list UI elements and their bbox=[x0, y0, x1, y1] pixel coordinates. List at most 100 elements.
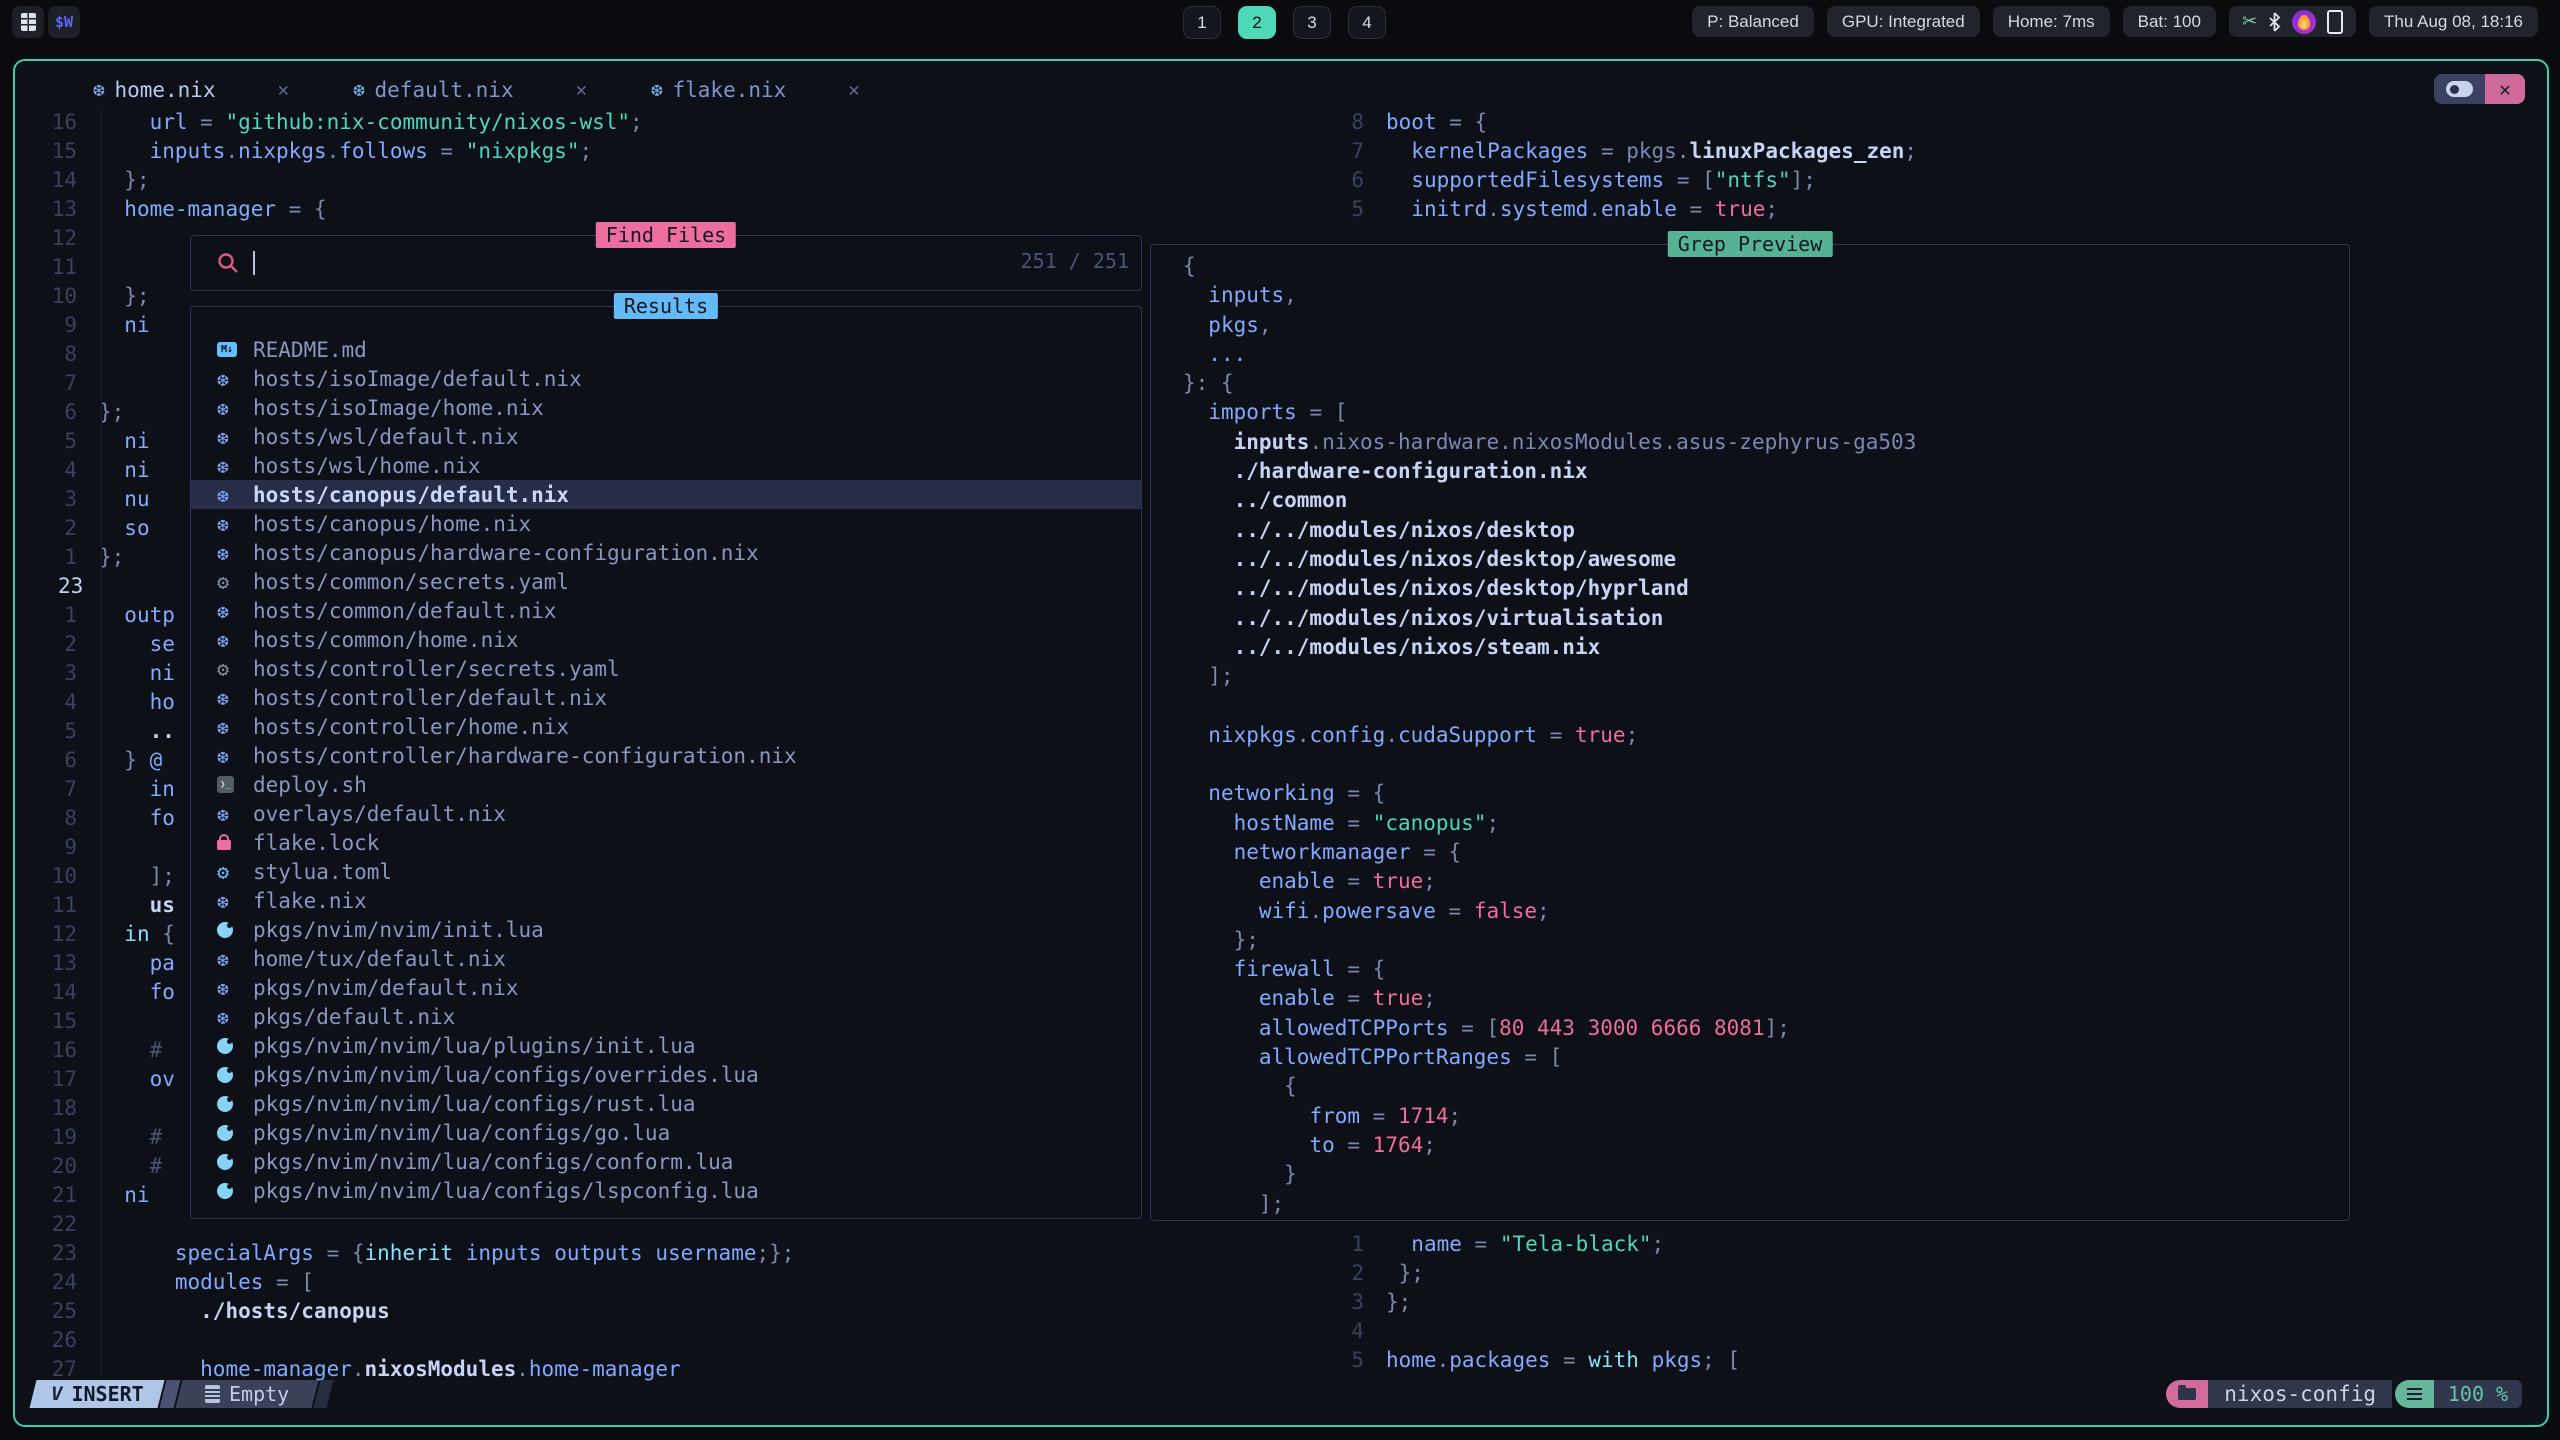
finder-result-item[interactable]: hosts/wsl/default.nix bbox=[191, 422, 1141, 451]
code-line: 23 specialArgs = {inherit inputs outputs… bbox=[15, 1239, 794, 1268]
nix-file-icon bbox=[217, 947, 228, 971]
line-number: 4 bbox=[1302, 1317, 1364, 1346]
tab-flake.nix[interactable]: ❆flake.nix✕ bbox=[651, 73, 860, 107]
finder-result-item[interactable]: home/tux/default.nix bbox=[191, 944, 1141, 973]
finder-result-item[interactable]: hosts/controller/default.nix bbox=[191, 683, 1141, 712]
workspace-button-4[interactable]: 4 bbox=[1348, 6, 1386, 39]
sh-file-icon: ❯_ bbox=[217, 776, 234, 793]
tab-close-icon[interactable]: ✕ bbox=[848, 79, 859, 101]
finder-result-item[interactable]: overlays/default.nix bbox=[191, 799, 1141, 828]
wm-logo-button[interactable]: $W bbox=[48, 6, 80, 38]
line-number: 12 bbox=[15, 920, 77, 949]
workspace-switcher: 1234 bbox=[1183, 6, 1386, 39]
nix-file-icon bbox=[217, 599, 228, 623]
finder-result-item[interactable]: pkgs/nvim/nvim/lua/configs/go.lua bbox=[191, 1118, 1141, 1147]
current-line-number: 23 bbox=[15, 572, 77, 601]
code-line: 5 initrd.systemd.enable = true; bbox=[1302, 195, 1917, 224]
nix-file-icon bbox=[217, 512, 228, 536]
result-filename: hosts/canopus/home.nix bbox=[253, 512, 531, 536]
nix-snowflake-icon: ❆ bbox=[651, 79, 662, 101]
pin-toggle-button[interactable] bbox=[2434, 74, 2485, 104]
tab-close-icon[interactable]: ✕ bbox=[278, 79, 289, 101]
window-close-button[interactable]: ✕ bbox=[2485, 74, 2525, 104]
system-tray[interactable]: ✂ bbox=[2229, 6, 2356, 37]
code-line: inputs.nixos-hardware.nixosModules.asus-… bbox=[1161, 428, 1916, 457]
line-number: 3 bbox=[15, 659, 77, 688]
line-number: 8 bbox=[1302, 108, 1364, 137]
finder-result-item[interactable]: flake.nix bbox=[191, 886, 1141, 915]
finder-result-item[interactable]: pkgs/default.nix bbox=[191, 1002, 1141, 1031]
result-filename: hosts/common/home.nix bbox=[253, 628, 519, 652]
workspace-button-3[interactable]: 3 bbox=[1293, 6, 1331, 39]
result-filename: hosts/wsl/default.nix bbox=[253, 425, 519, 449]
result-filename: hosts/isoImage/default.nix bbox=[253, 367, 582, 391]
project-name: nixos-config bbox=[2208, 1380, 2392, 1408]
flame-icon[interactable] bbox=[2292, 10, 2316, 34]
results-title: Results bbox=[614, 293, 718, 319]
line-number: 18 bbox=[15, 1094, 77, 1123]
finder-result-item[interactable]: pkgs/nvim/default.nix bbox=[191, 973, 1141, 1002]
app-launcher-button[interactable] bbox=[12, 6, 44, 38]
right-editor-pane-top[interactable]: 8boot = {7 kernelPackages = pkgs.linuxPa… bbox=[1302, 108, 1917, 224]
phone-icon[interactable] bbox=[2327, 10, 2343, 34]
finder-result-item[interactable]: M↓README.md bbox=[191, 335, 1141, 364]
lua-file-icon bbox=[217, 1038, 233, 1054]
finder-result-item[interactable]: pkgs/nvim/nvim/lua/configs/rust.lua bbox=[191, 1089, 1141, 1118]
finder-result-item[interactable]: hosts/canopus/home.nix bbox=[191, 509, 1141, 538]
result-filename: hosts/common/default.nix bbox=[253, 599, 556, 623]
bluetooth-icon[interactable] bbox=[2268, 12, 2281, 32]
result-filename: flake.lock bbox=[253, 831, 379, 855]
finder-result-item[interactable]: hosts/common/default.nix bbox=[191, 596, 1141, 625]
result-filename: hosts/controller/home.nix bbox=[253, 715, 569, 739]
finder-result-item[interactable]: ❯_deploy.sh bbox=[191, 770, 1141, 799]
line-number: 11 bbox=[15, 891, 77, 920]
finder-result-item[interactable]: hosts/controller/secrets.yaml bbox=[191, 654, 1141, 683]
finder-result-item[interactable]: flake.lock bbox=[191, 828, 1141, 857]
finder-result-item[interactable]: hosts/controller/home.nix bbox=[191, 712, 1141, 741]
code-line: 25 ./hosts/canopus bbox=[15, 1297, 794, 1326]
tab-home.nix[interactable]: ❆home.nix✕ bbox=[93, 73, 289, 107]
finder-result-item[interactable]: hosts/common/secrets.yaml bbox=[191, 567, 1141, 596]
line-number: 26 bbox=[15, 1326, 77, 1355]
finder-result-item[interactable]: pkgs/nvim/nvim/lua/plugins/init.lua bbox=[191, 1031, 1141, 1060]
code-line bbox=[1161, 691, 1916, 720]
finder-result-item[interactable]: hosts/controller/hardware-configuration.… bbox=[191, 741, 1141, 770]
vpn-scissors-icon[interactable]: ✂ bbox=[2242, 11, 2257, 32]
power-profile-label: P: Balanced bbox=[1707, 12, 1799, 32]
find-files-results: Results M↓README.mdhosts/isoImage/defaul… bbox=[190, 306, 1142, 1219]
code-line: ./hardware-configuration.nix bbox=[1161, 457, 1916, 486]
nix-file-icon bbox=[217, 483, 228, 507]
results-list: M↓README.mdhosts/isoImage/default.nixhos… bbox=[191, 335, 1141, 1205]
finder-result-item[interactable]: hosts/wsl/home.nix bbox=[191, 451, 1141, 480]
finder-result-item[interactable]: stylua.toml bbox=[191, 857, 1141, 886]
finder-result-item[interactable]: pkgs/nvim/nvim/lua/configs/overrides.lua bbox=[191, 1060, 1141, 1089]
code-line: wifi.powersave = false; bbox=[1161, 897, 1916, 926]
finder-result-item[interactable]: pkgs/nvim/nvim/lua/configs/lspconfig.lua bbox=[191, 1176, 1141, 1205]
finder-result-item[interactable]: hosts/isoImage/home.nix bbox=[191, 393, 1141, 422]
line-number: 8 bbox=[15, 340, 77, 369]
wm-logo-icon: $W bbox=[55, 13, 73, 31]
folder-icon bbox=[2178, 1388, 2196, 1400]
code-line: }; bbox=[1161, 926, 1916, 955]
line-number: 16 bbox=[15, 1036, 77, 1065]
nix-file-icon bbox=[217, 425, 228, 449]
finder-result-item[interactable]: hosts/canopus/hardware-configuration.nix bbox=[191, 538, 1141, 567]
workspace-button-1[interactable]: 1 bbox=[1183, 6, 1221, 39]
finder-result-item[interactable]: hosts/isoImage/default.nix bbox=[191, 364, 1141, 393]
find-files-prompt[interactable]: Find Files 251 / 251 bbox=[190, 235, 1142, 291]
workspace-button-2[interactable]: 2 bbox=[1238, 6, 1276, 39]
toggle-icon bbox=[2446, 81, 2473, 97]
line-number: 5 bbox=[1302, 1346, 1364, 1375]
right-editor-pane-bottom[interactable]: 1 name = "Tela-black";2 };3};45home.pack… bbox=[1302, 1230, 1740, 1375]
line-number: 10 bbox=[15, 282, 77, 311]
code-line: 14 }; bbox=[15, 166, 794, 195]
line-number: 11 bbox=[15, 253, 77, 282]
gpu-label: GPU: Integrated bbox=[1842, 12, 1965, 32]
finder-result-item[interactable]: hosts/common/home.nix bbox=[191, 625, 1141, 654]
tab-close-icon[interactable]: ✕ bbox=[576, 79, 587, 101]
lua-file-icon bbox=[217, 1183, 233, 1199]
finder-result-item[interactable]: hosts/canopus/default.nix bbox=[191, 480, 1141, 509]
tab-default.nix[interactable]: ❆default.nix✕ bbox=[353, 73, 587, 107]
finder-result-item[interactable]: pkgs/nvim/nvim/lua/configs/conform.lua bbox=[191, 1147, 1141, 1176]
finder-result-item[interactable]: pkgs/nvim/nvim/init.lua bbox=[191, 915, 1141, 944]
